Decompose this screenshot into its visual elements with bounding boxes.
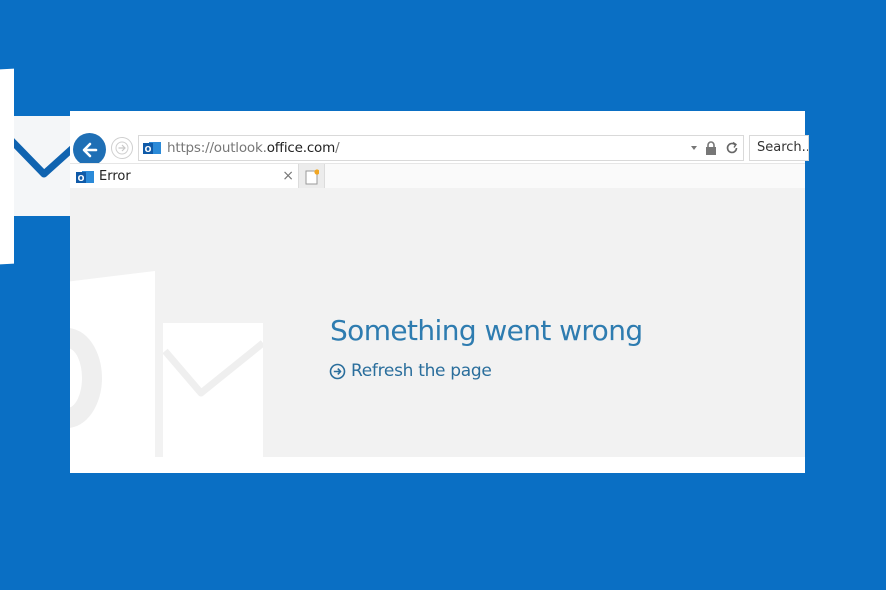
new-tab-icon bbox=[305, 168, 319, 184]
refresh-page-link[interactable]: Refresh the page bbox=[329, 361, 492, 381]
outlook-favicon-icon: O bbox=[76, 169, 94, 185]
tab-bar: O Error × bbox=[70, 163, 805, 189]
navigation-bar: O https://outlook.office.com/ Search... bbox=[70, 133, 809, 166]
address-bar[interactable]: O https://outlook.office.com/ bbox=[138, 135, 744, 161]
tab-error[interactable]: O Error × bbox=[70, 164, 299, 189]
outlook-favicon-icon: O bbox=[143, 140, 161, 156]
new-tab-button[interactable] bbox=[299, 164, 325, 189]
url-prefix: https://outlook. bbox=[167, 140, 267, 156]
back-button[interactable] bbox=[73, 133, 106, 166]
search-input[interactable]: Search... bbox=[749, 135, 809, 161]
url-domain: office.com bbox=[266, 140, 336, 156]
arrow-right-icon bbox=[115, 141, 129, 155]
outlook-logo-page bbox=[0, 68, 14, 267]
url-text[interactable]: https://outlook.office.com/ bbox=[167, 140, 340, 156]
arrow-left-icon bbox=[82, 142, 97, 157]
address-bar-tools bbox=[691, 136, 739, 160]
refresh-link-label[interactable]: Refresh the page bbox=[351, 361, 492, 381]
circle-arrow-right-icon bbox=[329, 363, 346, 379]
forward-button[interactable] bbox=[111, 137, 133, 159]
svg-text:O: O bbox=[145, 145, 152, 154]
lock-icon[interactable] bbox=[705, 141, 717, 155]
window-bottom-border bbox=[70, 457, 805, 473]
svg-text:O: O bbox=[78, 174, 85, 183]
refresh-icon[interactable] bbox=[725, 141, 739, 155]
browser-window: O https://outlook.office.com/ Search... bbox=[70, 111, 809, 473]
watermark-envelope-icon bbox=[163, 323, 263, 457]
dropdown-arrow-icon[interactable] bbox=[691, 146, 697, 150]
error-heading: Something went wrong bbox=[330, 313, 643, 347]
tab-title: Error bbox=[99, 169, 131, 184]
close-tab-icon[interactable]: × bbox=[282, 168, 294, 184]
url-suffix: / bbox=[335, 140, 340, 156]
page-content: Something went wrong Refresh the page bbox=[70, 188, 805, 457]
